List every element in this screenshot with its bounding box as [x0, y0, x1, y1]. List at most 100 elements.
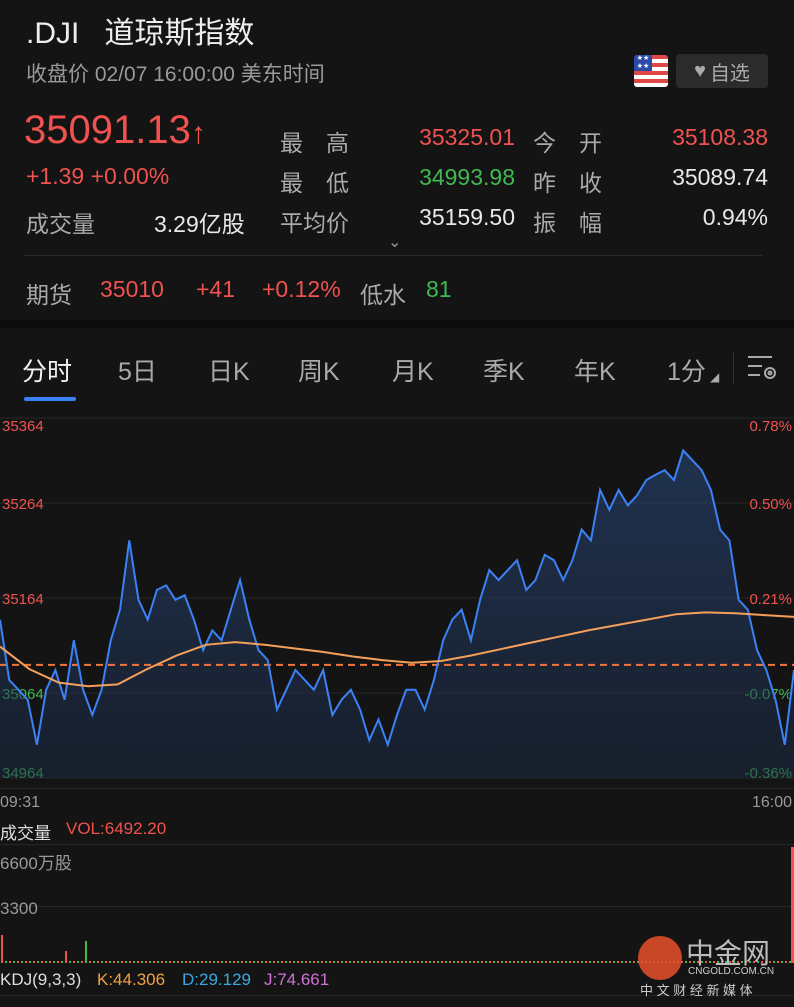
- volume-bar: [133, 961, 135, 963]
- price-tick: 35164: [2, 591, 44, 608]
- volume-bar: [293, 961, 295, 963]
- volume-bar: [137, 961, 139, 963]
- volume-bar: [477, 961, 479, 963]
- volume-bar: [245, 961, 247, 963]
- volume-bar: [497, 961, 499, 963]
- volume-bar: [181, 961, 183, 963]
- volume-bar: [141, 961, 143, 963]
- chart-bottom-line: [0, 788, 794, 789]
- volume-bar: [217, 961, 219, 963]
- tab-1[interactable]: 5日: [118, 352, 157, 388]
- volume-bar: [377, 961, 379, 963]
- volume-bar: [433, 961, 435, 963]
- tab-5[interactable]: 季K: [483, 352, 525, 388]
- volume-bar: [421, 961, 423, 963]
- pct-tick: 0.50%: [749, 496, 792, 513]
- stat-label: 平均价: [280, 210, 349, 236]
- volume-bar: [145, 961, 147, 963]
- volume-bar: [537, 961, 539, 963]
- kdj-label: KDJ(9,3,3): [0, 970, 82, 989]
- volume-bar: [597, 961, 599, 963]
- tab-2[interactable]: 日K: [208, 352, 250, 388]
- volume-bar: [565, 961, 567, 963]
- volume-bar: [125, 961, 127, 963]
- volume-bar: [121, 961, 123, 963]
- watermark-domain: CNGOLD.COM.CN: [688, 966, 775, 977]
- volume-bar: [21, 961, 23, 963]
- expand-chevron-icon[interactable]: ⌄: [388, 232, 401, 252]
- last-price-value: 35091.13: [24, 108, 191, 152]
- volume-bar: [273, 961, 275, 963]
- volume-bar: [345, 961, 347, 963]
- volume-bar: [97, 961, 99, 963]
- volume-bar: [385, 961, 387, 963]
- volume-bar: [249, 961, 251, 963]
- volume-bar: [309, 961, 311, 963]
- volume-bar: [73, 961, 75, 963]
- stat-label: 最 高: [280, 130, 349, 156]
- tab-0[interactable]: 分时: [22, 352, 72, 388]
- volume-bar: [153, 961, 155, 963]
- volume-bar: [405, 961, 407, 963]
- volume-bar: [457, 961, 459, 963]
- volume-bar: [225, 961, 227, 963]
- volume-bar: [177, 961, 179, 963]
- stat-value: 35108.38: [672, 124, 768, 150]
- volume-bar: [513, 961, 515, 963]
- volume-bar: [389, 961, 391, 963]
- symbol: .DJI: [26, 17, 80, 50]
- tab-7[interactable]: 1分: [667, 352, 706, 388]
- watch-label: 自选: [709, 62, 750, 85]
- volume-bar: [621, 961, 623, 963]
- volume-bar: [205, 961, 207, 963]
- tab-6[interactable]: 年K: [574, 352, 616, 388]
- stock-title: .DJI 道琼斯指数: [26, 8, 254, 52]
- volume-bar: [353, 961, 355, 963]
- volume-bar: [617, 961, 619, 963]
- volume-bar: [129, 961, 131, 963]
- volume-bar: [485, 961, 487, 963]
- volume-bar: [65, 951, 67, 963]
- volume-bar: [589, 961, 591, 963]
- volume-bar: [253, 961, 255, 963]
- volume-bar: [261, 961, 263, 963]
- volume-bar: [93, 961, 95, 963]
- volume-bar: [169, 961, 171, 963]
- volume-bar: [209, 961, 211, 963]
- volume-bar: [605, 961, 607, 963]
- stat-label: 振 幅: [533, 210, 602, 236]
- chart-settings-icon[interactable]: [746, 352, 780, 389]
- x-label-end: 16:00: [751, 794, 792, 811]
- volume-bar: [17, 961, 19, 963]
- volume-bar: [413, 961, 415, 963]
- volume-bar: [173, 961, 175, 963]
- volume-bar: [601, 961, 603, 963]
- volume-bar: [241, 961, 243, 963]
- volume-bar: [469, 961, 471, 963]
- volume-bar: [425, 961, 427, 963]
- volume-bar: [441, 961, 443, 963]
- volume-bar: [501, 961, 503, 963]
- tab-4[interactable]: 月K: [392, 352, 434, 388]
- volume-bar: [289, 961, 291, 963]
- tab-3[interactable]: 周K: [298, 352, 340, 388]
- heart-icon: ♥: [694, 59, 706, 82]
- stat-value: 35325.01: [419, 124, 515, 150]
- volume-title: 成交量: [0, 824, 51, 843]
- intraday-chart[interactable]: 353640.78%352640.50%351640.21%35064-0.07…: [0, 405, 794, 790]
- dropdown-caret-icon[interactable]: ◢: [710, 370, 719, 384]
- volume-bar: [77, 961, 79, 963]
- volume-bar: [213, 961, 215, 963]
- stat-value: 35159.50: [419, 204, 515, 230]
- volume-bar: [101, 961, 103, 963]
- volume-bar: [417, 961, 419, 963]
- volume-bar: [277, 961, 279, 963]
- volume-bar: [37, 961, 39, 963]
- volume-bar: [781, 961, 783, 963]
- watchlist-button[interactable]: ♥ 自选: [676, 54, 768, 88]
- volume-bar: [61, 961, 63, 963]
- volume-bar: [109, 961, 111, 963]
- volume-bar: [373, 961, 375, 963]
- volume-bar: [113, 961, 115, 963]
- volume-bar: [185, 961, 187, 963]
